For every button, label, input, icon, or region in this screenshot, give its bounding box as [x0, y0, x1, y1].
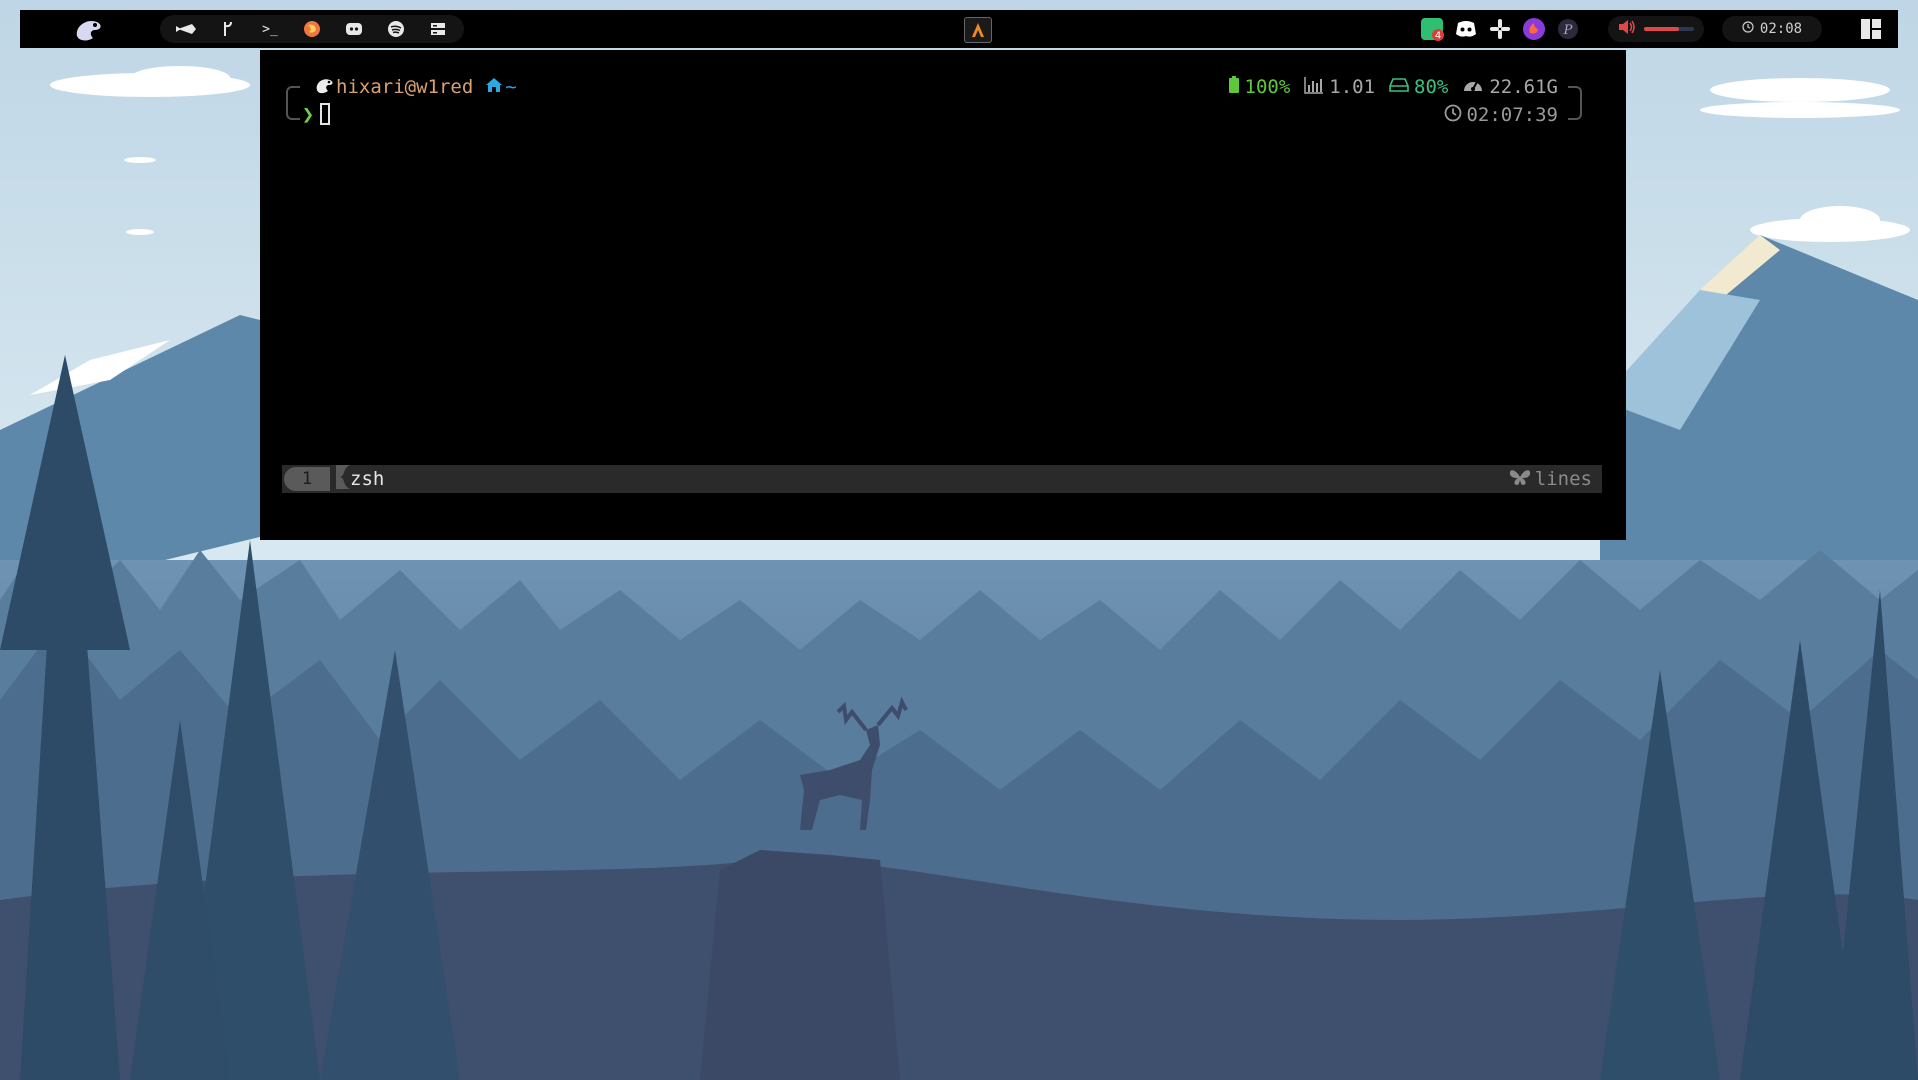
speaker-icon — [1618, 19, 1636, 39]
home-directory: ~ — [485, 76, 517, 98]
os-logo-icon — [314, 75, 334, 100]
window-layout-icon[interactable] — [1860, 18, 1882, 40]
tmux-status-right: lines — [1509, 465, 1592, 493]
alacritty-icon[interactable] — [964, 17, 992, 43]
firefox-nightly-tray-icon[interactable] — [1520, 15, 1548, 43]
p-app-tray-icon[interactable]: P — [1554, 15, 1582, 43]
system-tray: 4 P — [1418, 14, 1582, 44]
prompt-line: hixari@w1red ~ — [314, 74, 517, 100]
rocket-launcher-icon[interactable] — [168, 15, 204, 43]
battery-status: 100% — [1228, 75, 1291, 99]
svg-text:P: P — [1563, 23, 1573, 38]
load-status: 1.01 — [1304, 76, 1375, 99]
prompt-frame-right — [1568, 86, 1582, 120]
volume-level — [1644, 27, 1679, 31]
text-cursor — [320, 103, 331, 125]
hard-drive-icon — [1389, 76, 1409, 98]
disk-value: 80% — [1414, 76, 1449, 98]
prompt-status-right: 100% 1.01 80% 22.61G — [1228, 74, 1558, 100]
tmux-window-tab[interactable]: zsh — [336, 464, 385, 494]
prompt-time: 02:07:39 — [1444, 102, 1558, 128]
current-dir: ~ — [505, 76, 517, 98]
notification-app-icon[interactable]: 4 — [1418, 15, 1446, 43]
volume-control[interactable] — [1608, 16, 1704, 42]
tmux-window-index[interactable]: 1 — [284, 467, 330, 491]
bar-chart-icon — [1304, 76, 1324, 99]
tmux-window-name: zsh — [350, 468, 385, 490]
notification-badge: 4 — [1435, 31, 1441, 42]
clock-widget[interactable]: 02:08 — [1722, 16, 1822, 42]
butterfly-icon — [1509, 468, 1531, 491]
prompt-frame-left — [286, 86, 300, 120]
terminal-icon[interactable]: >_ — [252, 15, 288, 43]
input-line[interactable]: ❯ — [302, 100, 331, 128]
top-panel: >_ 4 P 02:08 — [20, 10, 1898, 48]
firefox-icon[interactable] — [294, 15, 330, 43]
user-host: hixari@w1red — [336, 76, 474, 98]
git-branch-icon[interactable] — [210, 15, 246, 43]
flame-separator-icon — [336, 464, 350, 494]
tmux-status-text: lines — [1534, 468, 1592, 490]
clock-icon — [1742, 21, 1754, 37]
tmux-status-bar: 1 zsh lines — [282, 464, 1602, 494]
home-icon — [485, 76, 503, 98]
memory-value: 22.61G — [1489, 76, 1558, 98]
files-icon[interactable] — [420, 15, 456, 43]
volume-slider[interactable] — [1644, 27, 1694, 31]
battery-value: 100% — [1244, 76, 1291, 98]
discord-icon[interactable] — [336, 15, 372, 43]
prompt-chevron-icon: ❯ — [302, 102, 315, 126]
battery-icon — [1228, 75, 1240, 99]
spotify-icon[interactable] — [378, 15, 414, 43]
clock-time: 02:08 — [1759, 21, 1803, 37]
load-value: 1.01 — [1329, 76, 1376, 98]
clock-outline-icon — [1444, 104, 1462, 127]
disk-status: 80% — [1389, 76, 1448, 98]
gnome-foot-logo-icon[interactable] — [72, 14, 104, 44]
terminal-window[interactable]: hixari@w1red ~ ❯ 100% 1.01 80% 22.61G 02… — [260, 50, 1626, 540]
gauge-icon — [1462, 76, 1484, 99]
memory-status: 22.61G — [1462, 76, 1558, 99]
app-launcher-dock: >_ — [160, 15, 464, 43]
prompt-time-value: 02:07:39 — [1466, 104, 1558, 126]
discord-tray-icon[interactable] — [1452, 15, 1480, 43]
slack-tray-icon[interactable] — [1486, 15, 1514, 43]
